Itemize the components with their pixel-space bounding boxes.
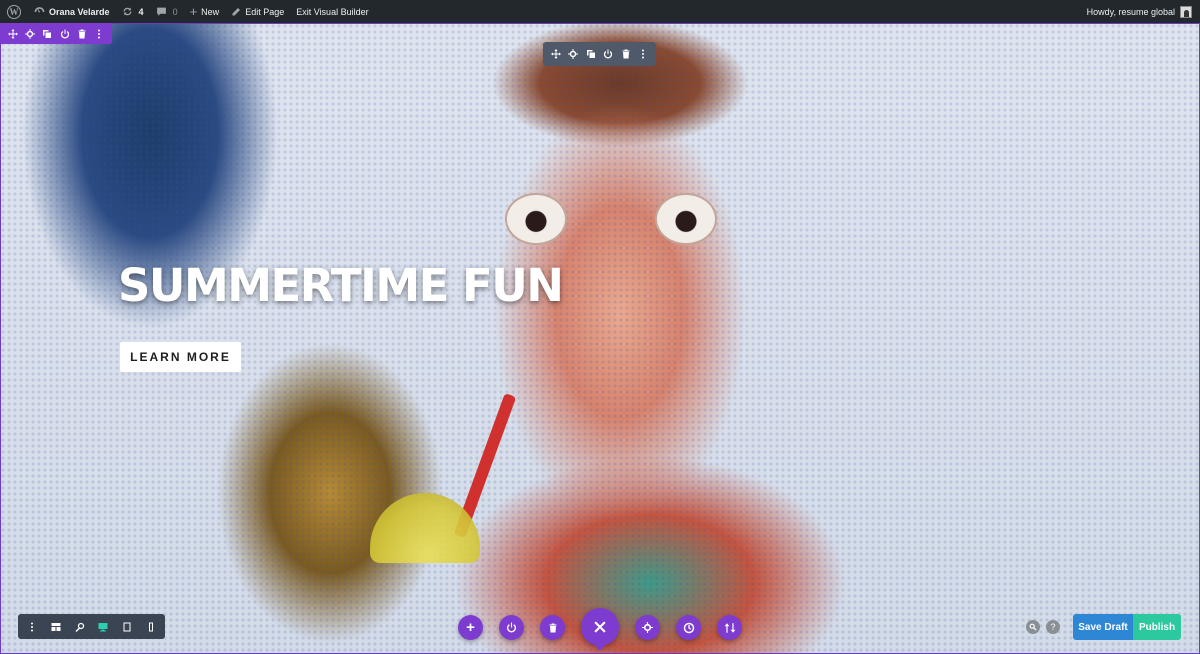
trash-icon[interactable] [75, 27, 89, 41]
delete-button[interactable] [540, 615, 565, 640]
search-icon[interactable] [1026, 620, 1040, 634]
zoom-icon[interactable] [73, 620, 87, 634]
history-icon [683, 622, 694, 633]
pencil-icon [231, 7, 241, 17]
site-name-link[interactable]: Orana Velarde [28, 0, 116, 23]
comment-icon [156, 6, 167, 17]
hero-title: SUMMERTIME FUN [118, 259, 564, 312]
learn-more-button[interactable]: LEARN MORE [120, 342, 241, 372]
refresh-icon [122, 6, 133, 17]
admin-bar: W Orana Velarde 4 0 + New Edit Page Exit… [0, 0, 1200, 23]
close-icon [594, 621, 606, 633]
hero-section [0, 23, 1200, 654]
more-icon[interactable] [25, 620, 39, 634]
add-button[interactable]: + [458, 615, 483, 640]
duplicate-icon[interactable] [40, 27, 54, 41]
updates-count: 4 [138, 6, 144, 17]
edit-page-link[interactable]: Edit Page [225, 0, 290, 23]
account-menu[interactable]: Howdy, resume global [1087, 0, 1200, 23]
gear-icon [642, 622, 653, 633]
page-settings-button[interactable] [635, 615, 660, 640]
new-label: New [201, 6, 220, 17]
help-icon[interactable]: ? [1046, 620, 1060, 634]
row-toolbar [543, 42, 656, 66]
history-button[interactable] [676, 615, 701, 640]
howdy-label: Howdy, resume global [1086, 6, 1175, 17]
exit-visual-builder-label: Exit Visual Builder [296, 6, 369, 17]
power-icon[interactable] [58, 27, 72, 41]
section-toolbar [0, 23, 112, 44]
phone-icon[interactable] [144, 620, 158, 634]
layout-icon[interactable] [49, 620, 63, 634]
disable-button[interactable] [499, 615, 524, 640]
avatar [1180, 5, 1192, 18]
exit-visual-builder-link[interactable]: Exit Visual Builder [290, 0, 374, 23]
comments-count: 0 [172, 6, 178, 17]
sort-icon [724, 622, 735, 633]
hero-image-eye-right [655, 193, 717, 245]
new-content-link[interactable]: + New [184, 0, 226, 23]
move-icon[interactable] [6, 27, 20, 41]
power-icon [506, 622, 517, 633]
tablet-icon[interactable] [120, 620, 134, 634]
gear-icon[interactable] [566, 47, 580, 61]
site-name-label: Orana Velarde [49, 6, 110, 17]
plus-icon: + [189, 4, 198, 19]
portability-button[interactable] [717, 615, 742, 640]
wordpress-logo-icon[interactable]: W [0, 0, 28, 23]
view-mode-bar [18, 614, 165, 639]
desktop-icon[interactable] [96, 620, 110, 634]
trash-icon [549, 623, 556, 632]
updates-link[interactable]: 4 [116, 0, 150, 23]
gear-icon[interactable] [23, 27, 37, 41]
save-draft-button[interactable]: Save Draft [1073, 614, 1133, 640]
more-icon[interactable] [92, 27, 106, 41]
comments-link[interactable]: 0 [150, 0, 184, 23]
more-icon[interactable] [636, 47, 650, 61]
duplicate-icon[interactable] [584, 47, 598, 61]
trash-icon[interactable] [619, 47, 633, 61]
close-builder-button[interactable] [581, 608, 619, 651]
edit-page-label: Edit Page [245, 6, 285, 17]
publish-button[interactable]: Publish [1133, 614, 1181, 640]
power-icon[interactable] [601, 47, 615, 61]
hero-image-eye-left [505, 193, 567, 245]
dashboard-icon [34, 6, 45, 17]
add-icon: + [466, 619, 475, 636]
move-icon[interactable] [549, 47, 563, 61]
